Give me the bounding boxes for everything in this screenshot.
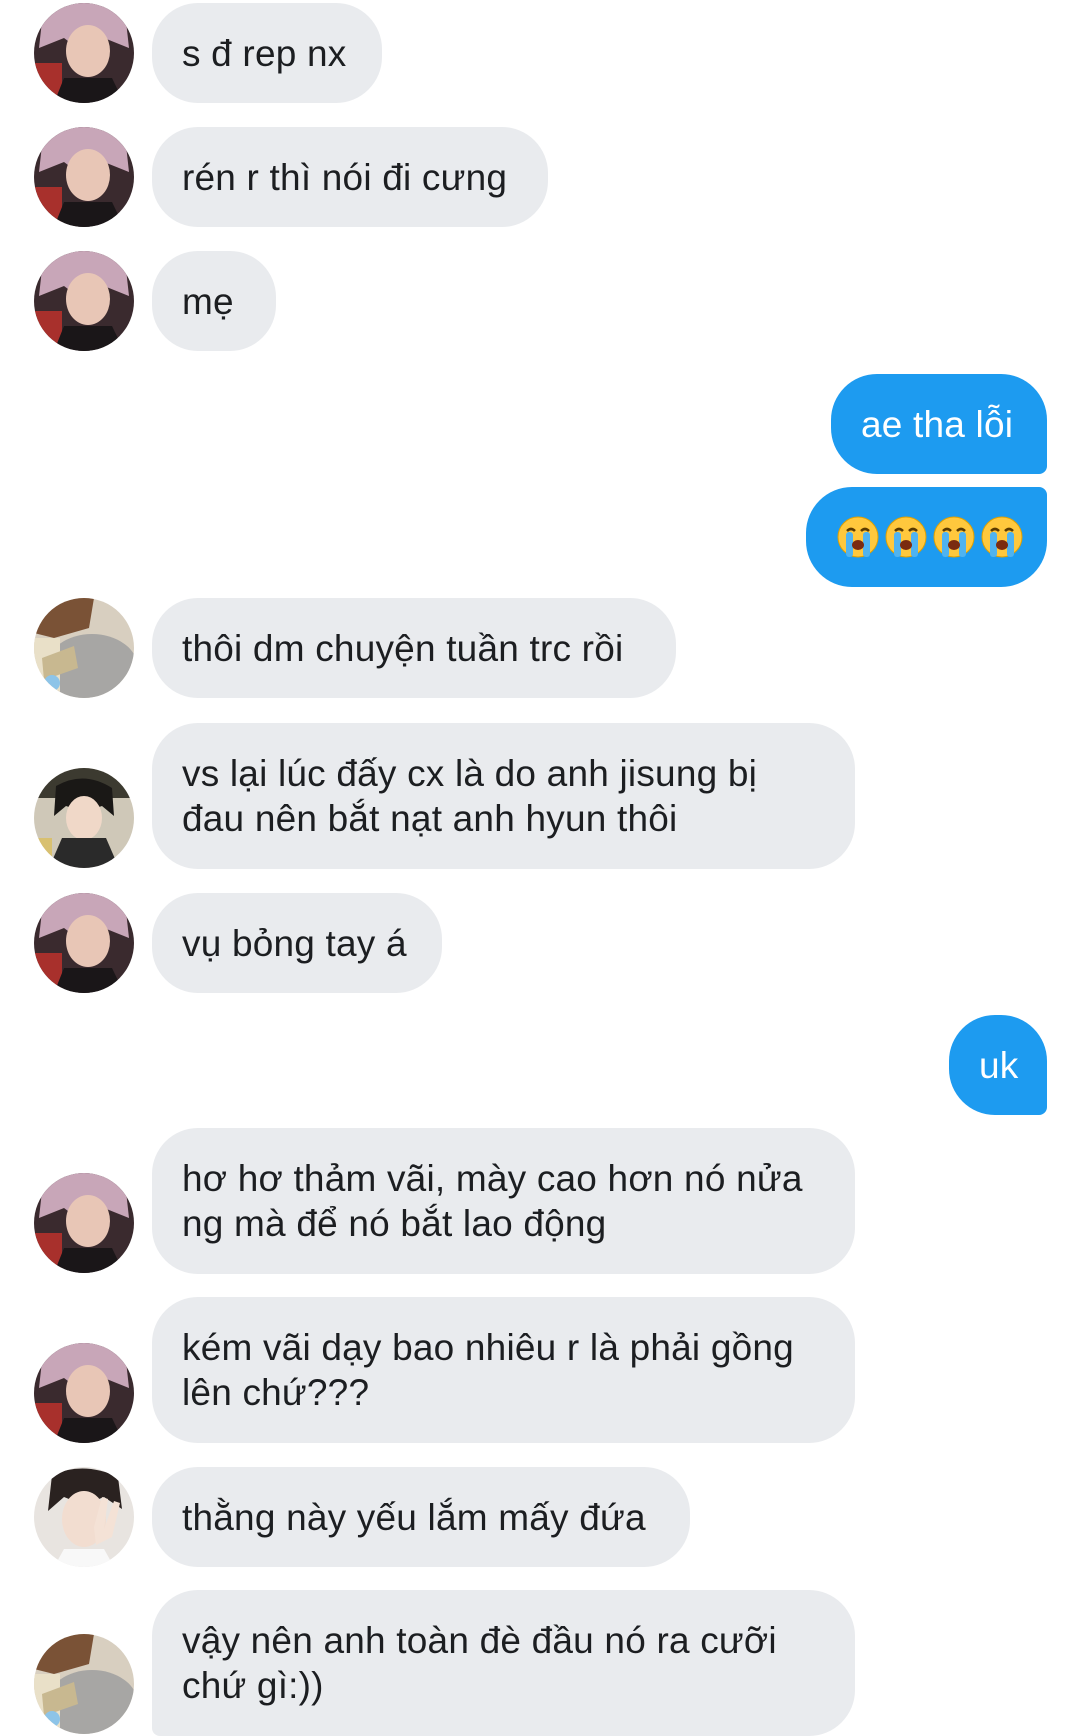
loudly-crying-face-icon <box>837 516 879 558</box>
message-bubble[interactable]: rén r thì nói đi cưng <box>152 127 548 227</box>
message-bubble-outgoing[interactable] <box>806 487 1047 587</box>
message-bubble[interactable]: vs lại lúc đấy cx là do anh jisung bị đa… <box>152 723 855 869</box>
avatar-pink-hair[interactable] <box>34 1173 134 1273</box>
avatar-pink-hair[interactable] <box>34 893 134 993</box>
message-bubble[interactable]: mẹ <box>152 251 276 351</box>
avatar-person-with-pillow[interactable] <box>34 598 134 698</box>
message-thread[interactable]: s đ rep nx rén r thì nói đi cưng mẹ ae t… <box>0 0 1080 1736</box>
avatar-pink-hair[interactable] <box>34 127 134 227</box>
avatar-person-with-pillow[interactable] <box>34 1634 134 1734</box>
avatar-pink-hair[interactable] <box>34 3 134 103</box>
message-bubble-outgoing[interactable]: ae tha lỗi <box>831 374 1047 474</box>
message-bubble[interactable]: vậy nên anh toàn đè đầu nó ra cưỡi chứ g… <box>152 1590 855 1736</box>
message-bubble[interactable]: hơ hơ thảm vãi, mày cao hơn nó nửa ng mà… <box>152 1128 855 1274</box>
emoji-row <box>836 515 1024 559</box>
avatar-dark-hair[interactable] <box>34 768 134 868</box>
message-bubble-outgoing[interactable]: uk <box>949 1015 1047 1115</box>
loudly-crying-face-icon <box>885 516 927 558</box>
loudly-crying-face-icon <box>933 516 975 558</box>
message-bubble[interactable]: thằng này yếu lắm mấy đứa <box>152 1467 690 1567</box>
message-bubble[interactable]: s đ rep nx <box>152 3 382 103</box>
avatar-pink-hair[interactable] <box>34 251 134 351</box>
avatar-pink-hair[interactable] <box>34 1343 134 1443</box>
message-bubble[interactable]: thôi dm chuyện tuần trc rồi <box>152 598 676 698</box>
message-bubble[interactable]: kém vãi dạy bao nhiêu r là phải gồng lên… <box>152 1297 855 1443</box>
loudly-crying-face-icon <box>981 516 1023 558</box>
message-bubble[interactable]: vụ bỏng tay á <box>152 893 442 993</box>
avatar-peace-sign[interactable] <box>34 1467 134 1567</box>
